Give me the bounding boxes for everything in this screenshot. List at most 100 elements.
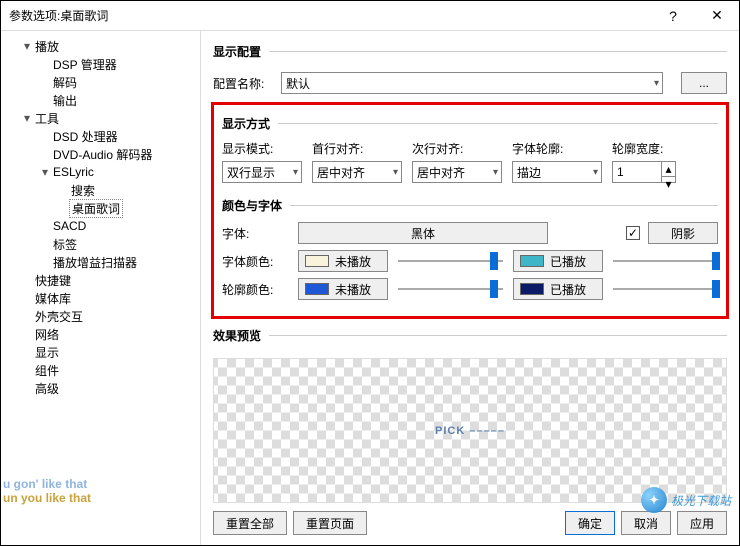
tree-item-label: 搜索 [69,182,95,199]
tree-item[interactable]: 媒体库 [5,289,196,307]
config-name-label: 配置名称: [213,75,275,92]
outline-color-notplayed-button[interactable]: 未播放 [298,278,388,300]
tree-item[interactable]: ▾播放 [5,37,196,55]
section-label: 显示方式 [222,115,270,132]
outline-color-label: 轮廓颜色: [222,281,298,298]
spinner-arrows[interactable]: ▴▾ [662,161,676,183]
font-select-button[interactable]: 黑体 [298,222,548,244]
outline-width-label: 轮廓宽度: [612,140,718,157]
footer: 重置全部 重置页面 确定 取消 应用 [213,503,727,537]
shadow-button[interactable]: 阴影 [648,222,718,244]
section-preview: 效果预览 [213,327,727,344]
swatch-icon [520,255,544,267]
align2-select[interactable]: 居中对齐▾ [412,161,502,183]
config-name-value: 默认 [286,75,310,92]
tree-item-label: 桌面歌词 [69,199,123,218]
text-color-played-slider[interactable] [613,250,718,272]
divider [269,335,727,336]
tree-item[interactable]: 桌面歌词 [5,199,196,217]
tree-twisty-icon: ▾ [39,165,51,179]
config-row: 配置名称: 默认 ▾ ... [213,72,727,94]
config-name-select[interactable]: 默认 ▾ [281,72,663,94]
tree-item[interactable]: ▾工具 [5,109,196,127]
tree-twisty-icon: ▾ [21,39,33,53]
shadow-label: 阴影 [671,225,695,242]
outline-width-spinner[interactable]: 1 ▴▾ [612,161,718,183]
tree-item-label: 媒体库 [33,290,71,307]
window-title: 参数选项:桌面歌词 [1,7,651,24]
text-color-label: 字体颜色: [222,253,298,270]
tree-item[interactable]: DSP 管理器 [5,55,196,73]
outline-color-played-button[interactable]: 已播放 [513,278,603,300]
font-label: 字体: [222,225,298,242]
ok-button[interactable]: 确定 [565,511,615,535]
config-more-button[interactable]: ... [681,72,727,94]
tree-item-label: 解码 [51,74,77,91]
cancel-button[interactable]: 取消 [621,511,671,535]
tree-twisty-icon: ▾ [21,111,33,125]
reset-page-button[interactable]: 重置页面 [293,511,367,535]
tree-item[interactable]: 外壳交互 [5,307,196,325]
tree-item[interactable]: 组件 [5,361,196,379]
tree-item-label: 快捷键 [33,272,71,289]
display-mode-select[interactable]: 双行显示▾ [222,161,302,183]
swatch-icon [305,255,329,267]
text-color-notplayed-slider[interactable] [398,250,503,272]
tree-item[interactable]: DVD-Audio 解码器 [5,145,196,163]
tree-item[interactable]: 输出 [5,91,196,109]
tree-item-label: 网络 [33,326,59,343]
tree-item-label: 播放增益扫描器 [51,254,137,271]
outline-color-notplayed-slider[interactable] [398,278,503,300]
outline-label: 字体轮廓: [512,140,602,157]
tree-item[interactable]: 网络 [5,325,196,343]
preview-text: PICK ––––– [435,425,505,437]
tree-item[interactable]: 显示 [5,343,196,361]
divider [278,123,718,124]
tree-item[interactable]: DSD 处理器 [5,127,196,145]
ghost-lyric-line2: un you like that [3,491,91,505]
ghost-lyric-overlay: u gon' like that un you like that [3,477,91,505]
tree-item-label: 高级 [33,380,59,397]
tree-item[interactable]: 播放增益扫描器 [5,253,196,271]
nav-tree[interactable]: ▾播放DSP 管理器解码输出▾工具DSD 处理器DVD-Audio 解码器▾ES… [1,31,201,545]
chevron-down-icon: ▾ [654,78,659,89]
shadow-checkbox[interactable]: ✓ [626,226,640,240]
outline-color-played-slider[interactable] [613,278,718,300]
body: ▾播放DSP 管理器解码输出▾工具DSD 处理器DVD-Audio 解码器▾ES… [1,31,739,545]
help-button[interactable]: ? [651,1,695,31]
text-color-notplayed-button[interactable]: 未播放 [298,250,388,272]
tree-item[interactable]: 标签 [5,235,196,253]
config-more-label: ... [699,76,709,90]
titlebar: 参数选项:桌面歌词 ? ✕ [1,1,739,31]
section-label: 显示配置 [213,43,261,60]
apply-button[interactable]: 应用 [677,511,727,535]
chevron-down-icon: ▾ [493,167,498,178]
tree-item[interactable]: 高级 [5,379,196,397]
text-color-played-button[interactable]: 已播放 [513,250,603,272]
close-button[interactable]: ✕ [695,1,739,31]
divider [290,205,718,206]
font-row: 字体: 黑体 ✓ 阴影 [222,222,718,244]
highlighted-region: 显示方式 显示模式: 双行显示▾ 首行对齐: 居中对齐▾ 次行对齐: 居中对齐▾ [211,102,729,319]
preview-area: PICK ––––– [213,358,727,503]
mode-label: 显示模式: [222,140,302,157]
tree-item[interactable]: SACD [5,217,196,235]
swatch-icon [520,283,544,295]
section-display-mode: 显示方式 [222,115,718,132]
section-label: 效果预览 [213,327,261,344]
tree-item[interactable]: 快捷键 [5,271,196,289]
tree-item-label: 显示 [33,344,59,361]
tree-item[interactable]: 搜索 [5,181,196,199]
section-display-config: 显示配置 [213,43,727,60]
chevron-down-icon: ▾ [393,167,398,178]
reset-all-button[interactable]: 重置全部 [213,511,287,535]
align1-select[interactable]: 居中对齐▾ [312,161,402,183]
tree-item-label: 输出 [51,92,77,109]
tree-item-label: DVD-Audio 解码器 [51,146,152,163]
tree-item[interactable]: ▾ESLyric [5,163,196,181]
font-value: 黑体 [411,225,435,242]
outline-select[interactable]: 描边▾ [512,161,602,183]
chevron-down-icon: ▾ [593,167,598,178]
tree-item[interactable]: 解码 [5,73,196,91]
tree-item-label: 标签 [51,236,77,253]
